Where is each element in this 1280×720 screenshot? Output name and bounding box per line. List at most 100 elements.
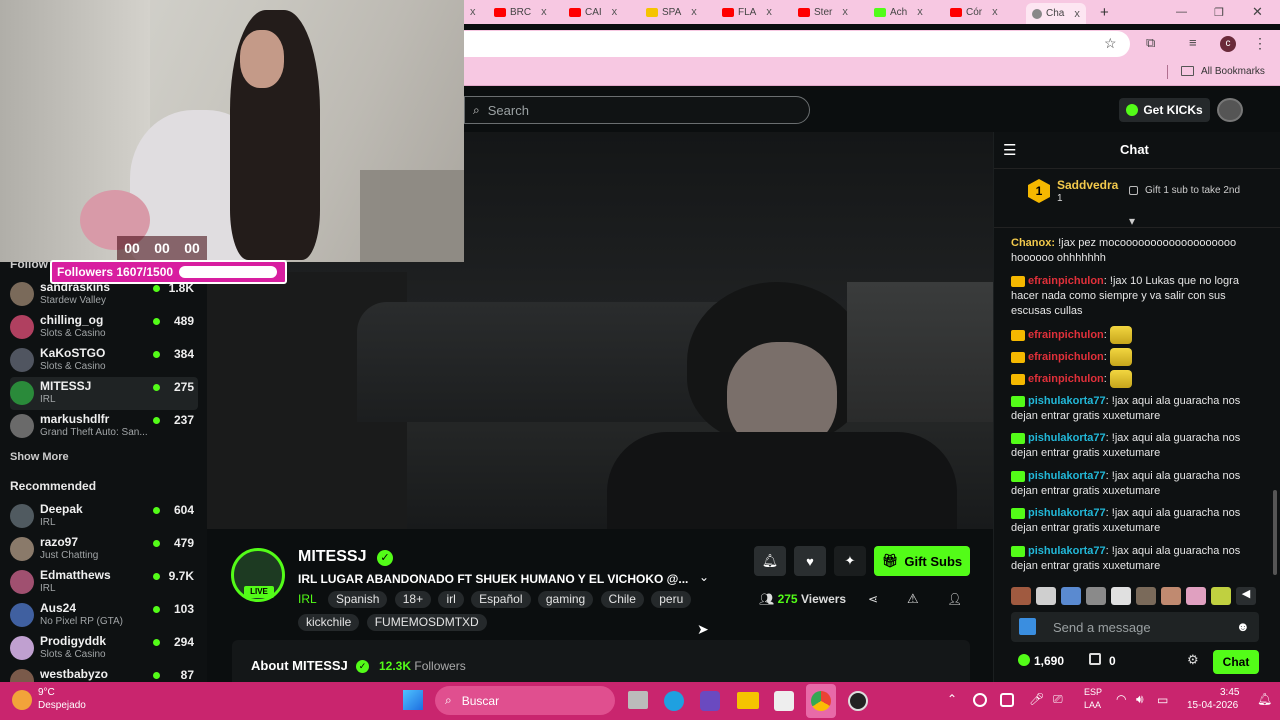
browser-tab[interactable]: FLA x (722, 3, 772, 21)
notification-bell-button[interactable]: 🔔︎ (754, 546, 786, 576)
speaker-icon[interactable]: ◀ (1236, 587, 1256, 605)
sidebar-channel[interactable]: Deepak IRL 604 (10, 500, 198, 533)
browser-menu-icon[interactable]: ⋮ (1253, 35, 1267, 52)
bookmark-star-icon[interactable]: ☆ (1104, 35, 1117, 52)
sparkle-button[interactable]: ✦ (834, 546, 866, 576)
emoji-icon[interactable]: ☻ (1236, 619, 1250, 634)
tag[interactable]: Español (471, 591, 531, 608)
channel-name[interactable]: MITESSJ (298, 548, 366, 566)
emote[interactable] (1211, 587, 1231, 605)
image-icon[interactable] (1019, 618, 1036, 635)
clock-date[interactable]: 15-04-2026 (1187, 700, 1238, 711)
sidebar-channel[interactable]: chilling_og Slots & Casino 489 (10, 311, 198, 344)
pin-chevron-icon[interactable]: ▾ (1129, 214, 1135, 228)
sidebar-channel[interactable]: KaKoSTGO Slots & Casino 384 (10, 344, 198, 377)
sidebar-channel[interactable]: Edmatthews IRL 9.7K (10, 566, 198, 599)
chat-username[interactable]: pishulakorta77 (1028, 395, 1106, 407)
chat-username[interactable]: pishulakorta77 (1028, 507, 1106, 519)
input-layout[interactable]: LAA (1084, 700, 1101, 710)
tag[interactable]: gaming (537, 591, 594, 608)
emote[interactable] (1036, 587, 1056, 605)
search-input[interactable]: ⌕ Search (464, 96, 810, 124)
windows-start-icon[interactable] (403, 690, 423, 710)
volume-icon[interactable]: 🔊︎ (1136, 692, 1144, 707)
close-icon[interactable]: x (612, 6, 618, 18)
close-icon[interactable]: x (691, 6, 697, 18)
close-icon[interactable]: x (541, 6, 547, 18)
tag[interactable]: Chile (600, 591, 644, 608)
tag[interactable]: 18+ (394, 591, 432, 608)
emote[interactable] (1186, 587, 1206, 605)
taskbar-search[interactable]: ⌕ Buscar (435, 686, 615, 715)
emote[interactable] (1136, 587, 1156, 605)
user-avatar[interactable] (1217, 98, 1243, 122)
browser-tab[interactable]: Ster x (798, 3, 848, 21)
chat-username[interactable]: efrainpichulon (1028, 329, 1104, 341)
obs-icon[interactable] (848, 691, 868, 711)
emote[interactable] (1086, 587, 1106, 605)
extensions-icon[interactable]: ⧉ (1146, 35, 1155, 51)
chat-username[interactable]: pishulakorta77 (1028, 470, 1106, 482)
close-icon[interactable]: x (766, 6, 772, 18)
get-kicks-button[interactable]: Get KICKs (1119, 98, 1210, 122)
wifi-icon[interactable]: ◠ (1116, 692, 1126, 706)
close-icon[interactable]: x (917, 6, 923, 18)
browser-tab[interactable]: BRC x (494, 3, 547, 21)
close-icon[interactable]: x (842, 6, 848, 18)
window-close-icon[interactable]: ✕ (1252, 3, 1263, 21)
tray-misc-icon[interactable]: ⎚ (1053, 692, 1063, 707)
leaderboard-user[interactable]: Saddvedra (1057, 178, 1118, 192)
chat-username[interactable]: efrainpichulon (1028, 351, 1104, 363)
follow-button[interactable]: ♥ (794, 546, 826, 576)
show-more-link[interactable]: Show More (10, 451, 69, 463)
chat-username[interactable]: Chanox (1011, 237, 1051, 249)
media-icon[interactable]: ≡ (1189, 35, 1197, 50)
chat-username[interactable]: efrainpichulon (1028, 373, 1104, 385)
emote[interactable] (1061, 587, 1081, 605)
points-count[interactable]: 1,690 (1034, 654, 1064, 668)
task-view-icon[interactable] (628, 691, 648, 709)
sidebar-channel[interactable]: Prodigyddk Slots & Casino 294 (10, 632, 198, 665)
tray-chevron-icon[interactable]: ⌃ (947, 692, 957, 706)
chevron-down-icon[interactable]: ⌄ (699, 570, 709, 584)
notification-icon[interactable]: 🔔︎ (1257, 692, 1272, 706)
emote[interactable] (1011, 587, 1031, 605)
minimize-icon[interactable]: — (1176, 3, 1187, 21)
tag[interactable]: Spanish (328, 591, 388, 608)
category-link[interactable]: IRL (298, 592, 317, 606)
battery-icon[interactable]: ▭ (1157, 693, 1168, 707)
chat-username[interactable]: pishulakorta77 (1028, 432, 1106, 444)
send-chat-button[interactable]: Chat (1213, 650, 1259, 674)
obs-tray-icon[interactable] (973, 693, 987, 707)
file-explorer-icon[interactable] (737, 692, 759, 709)
gift-subs-button[interactable]: 🎁︎ Gift Subs (874, 546, 970, 576)
browser-tab-active[interactable]: Cha x (1026, 3, 1086, 24)
chat-scrollbar[interactable] (1273, 490, 1277, 575)
browser-tab[interactable]: SPA x (646, 3, 697, 21)
edge-icon[interactable] (664, 691, 684, 711)
collapse-chat-icon[interactable]: ☰ (1003, 141, 1016, 159)
clock-time[interactable]: 3:45 (1220, 687, 1239, 698)
sidebar-channel[interactable]: markushdlfr Grand Theft Auto: San... 237 (10, 410, 198, 443)
close-icon[interactable]: x (992, 6, 998, 18)
browser-tab[interactable]: Cór x (950, 3, 998, 21)
sidebar-channel[interactable]: westbabyzo 87 (10, 665, 198, 682)
profile-avatar[interactable]: c (1220, 36, 1236, 52)
copilot-icon[interactable] (700, 691, 720, 711)
browser-tab[interactable]: CAI x (569, 3, 617, 21)
gift-icon[interactable] (1089, 653, 1101, 665)
chat-username[interactable]: pishulakorta77 (1028, 545, 1106, 557)
address-bar[interactable] (464, 31, 1130, 57)
all-bookmarks[interactable]: All Bookmarks (1201, 66, 1265, 77)
user-add-icon[interactable]: 👤︎ (947, 592, 962, 606)
store-icon[interactable] (774, 691, 794, 711)
tray-app-icon[interactable] (1000, 693, 1014, 707)
tag[interactable]: irl (438, 591, 464, 608)
browser-tab[interactable]: Ach x (874, 3, 923, 21)
input-language[interactable]: ESP (1084, 687, 1102, 697)
new-tab-button[interactable]: + (1100, 3, 1109, 21)
emote[interactable] (1161, 587, 1181, 605)
sidebar-channel-active[interactable]: MITESSJ IRL 275 (10, 377, 198, 410)
tag[interactable]: kickchile (298, 614, 360, 631)
settings-gear-icon[interactable]: ⚙ (1187, 652, 1199, 668)
